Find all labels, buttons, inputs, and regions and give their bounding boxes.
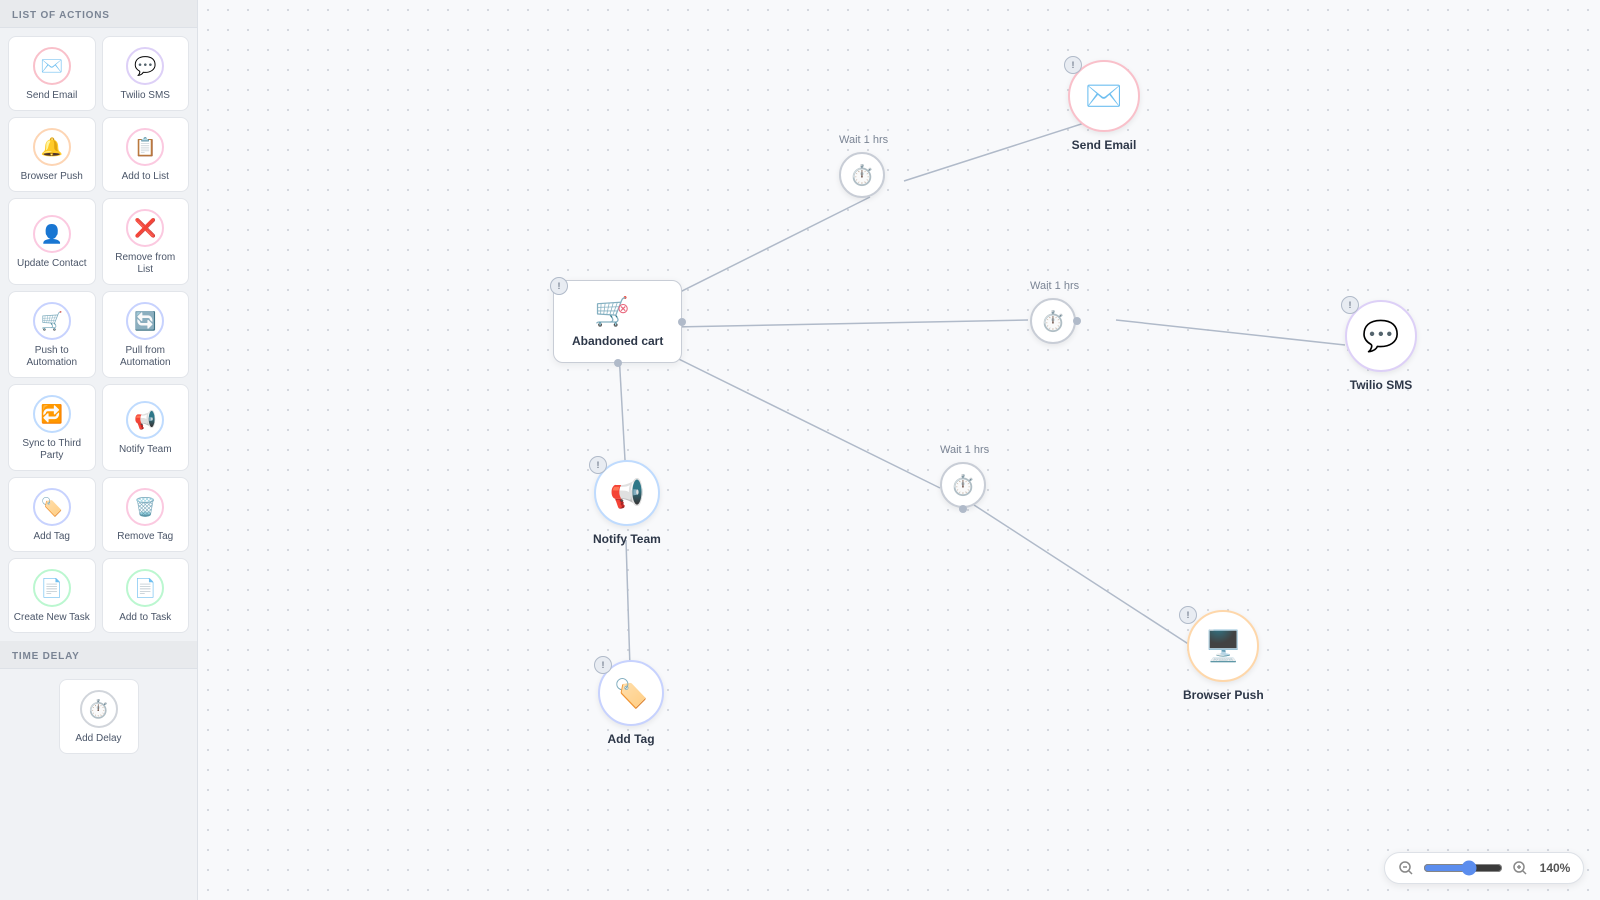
action-notify-team[interactable]: 📢 Notify Team — [102, 384, 190, 471]
sync-third-party-icon: 🔁 — [33, 395, 71, 433]
send-email-icon: ✉️ — [33, 47, 71, 85]
zoom-out-icon — [1399, 861, 1413, 875]
update-contact-icon: 👤 — [33, 215, 71, 253]
zoom-controls: 140% — [1384, 852, 1584, 884]
pull-automation-icon: 🔄 — [126, 302, 164, 340]
twilio-sms-label: Twilio SMS — [121, 90, 170, 102]
add-task-label: Add to Task — [119, 612, 171, 624]
send-email-label: Send Email — [26, 90, 77, 102]
node-browser-push[interactable]: ! 🖥️ Browser Push — [1183, 610, 1264, 702]
sidebar-section-actions: LIST OF ACTIONS — [0, 0, 197, 28]
remove-from-list-icon: ❌ — [126, 209, 164, 247]
add-tag-warning: ! — [594, 656, 612, 674]
action-add-to-task[interactable]: 📄 Add to Task — [102, 558, 190, 633]
node-abandoned-cart[interactable]: ! 🛒⊗ Abandoned cart — [553, 280, 682, 363]
node-add-tag[interactable]: ! 🏷️ Add Tag — [598, 660, 664, 746]
action-twilio-sms[interactable]: 💬 Twilio SMS — [102, 36, 190, 111]
zoom-out-button[interactable] — [1395, 857, 1417, 879]
notify-team-label: Notify Team — [119, 444, 172, 456]
wait3-circle: ⏱️ — [940, 462, 986, 508]
sidebar: LIST OF ACTIONS ✉️ Send Email 💬 Twilio S… — [0, 0, 198, 900]
add-to-list-label: Add to List — [122, 171, 169, 183]
node-notify-team[interactable]: ! 📢 Notify Team — [593, 460, 661, 546]
connections-svg — [198, 0, 1600, 900]
node-dot-bottom — [614, 359, 622, 367]
add-to-list-icon: 📋 — [126, 128, 164, 166]
remove-tag-label: Remove Tag — [117, 531, 173, 543]
action-remove-tag[interactable]: 🗑️ Remove Tag — [102, 477, 190, 552]
twilio-sms-icon: 💬 — [126, 47, 164, 85]
zoom-level-label: 140% — [1537, 861, 1573, 875]
create-task-label: Create New Task — [14, 612, 90, 624]
node-wait3[interactable]: Wait 1 hrs ⏱️ — [940, 462, 986, 508]
node-twilio-sms[interactable]: ! 💬 Twilio SMS — [1345, 300, 1417, 392]
remove-tag-icon: 🗑️ — [126, 488, 164, 526]
workflow-canvas[interactable]: ! 🛒⊗ Abandoned cart Wait 1 hrs ⏱️ ! ✉️ S… — [198, 0, 1600, 900]
wait2-label: Wait 1 hrs — [1030, 280, 1079, 292]
wait3-label: Wait 1 hrs — [940, 444, 989, 456]
remove-from-list-label: Remove from List — [107, 252, 185, 276]
action-browser-push[interactable]: 🔔 Browser Push — [8, 117, 96, 192]
action-add-delay[interactable]: ⏱️ Add Delay — [59, 679, 139, 754]
create-task-icon: 📄 — [33, 569, 71, 607]
action-update-contact[interactable]: 👤 Update Contact — [8, 198, 96, 285]
action-add-to-list[interactable]: 📋 Add to List — [102, 117, 190, 192]
zoom-in-button[interactable] — [1509, 857, 1531, 879]
action-add-tag[interactable]: 🏷️ Add Tag — [8, 477, 96, 552]
action-remove-from-list[interactable]: ❌ Remove from List — [102, 198, 190, 285]
add-task-icon: 📄 — [126, 569, 164, 607]
notify-team-icon: 📢 — [126, 401, 164, 439]
action-push-to-automation[interactable]: 🛒 Push to Automation — [8, 291, 96, 378]
wait1-circle: ⏱️ — [839, 152, 885, 198]
send-email-warning: ! — [1064, 56, 1082, 74]
notify-team-warning: ! — [589, 456, 607, 474]
add-delay-icon: ⏱️ — [80, 690, 118, 728]
actions-grid: ✉️ Send Email 💬 Twilio SMS 🔔 Browser Pus… — [0, 28, 197, 641]
node-send-email[interactable]: ! ✉️ Send Email — [1068, 60, 1140, 152]
browser-push-label: Browser Push — [21, 171, 83, 183]
notify-team-node-label: Notify Team — [593, 532, 661, 546]
add-delay-label: Add Delay — [75, 733, 121, 745]
add-tag-label: Add Tag — [33, 531, 70, 543]
update-contact-label: Update Contact — [17, 258, 87, 270]
wait2-dot-right — [1073, 317, 1081, 325]
browser-push-circle: 🖥️ — [1187, 610, 1259, 682]
zoom-in-icon — [1513, 861, 1527, 875]
browser-push-icon: 🔔 — [33, 128, 71, 166]
sync-third-party-label: Sync to Third Party — [13, 438, 91, 462]
node-wait1[interactable]: Wait 1 hrs ⏱️ — [839, 152, 885, 198]
node-wait2[interactable]: Wait 1 hrs ⏱️ — [1030, 298, 1076, 344]
pull-automation-label: Pull from Automation — [107, 345, 185, 369]
wait1-label: Wait 1 hrs — [839, 134, 888, 146]
wait2-circle: ⏱️ — [1030, 298, 1076, 344]
action-send-email[interactable]: ✉️ Send Email — [8, 36, 96, 111]
wait3-dot-bottom — [959, 505, 967, 513]
push-automation-icon: 🛒 — [33, 302, 71, 340]
abandoned-cart-label: Abandoned cart — [572, 334, 663, 348]
add-tag-node-label: Add Tag — [607, 732, 654, 746]
zoom-slider[interactable] — [1423, 860, 1503, 876]
abandoned-cart-warning: ! — [550, 277, 568, 295]
browser-push-node-label: Browser Push — [1183, 688, 1264, 702]
action-create-new-task[interactable]: 📄 Create New Task — [8, 558, 96, 633]
action-pull-from-automation[interactable]: 🔄 Pull from Automation — [102, 291, 190, 378]
abandoned-cart-icon: 🛒⊗ — [594, 295, 641, 328]
node-dot-right — [678, 318, 686, 326]
send-email-node-label: Send Email — [1072, 138, 1137, 152]
twilio-sms-warning: ! — [1341, 296, 1359, 314]
twilio-sms-node-label: Twilio SMS — [1350, 378, 1412, 392]
action-sync-third-party[interactable]: 🔁 Sync to Third Party — [8, 384, 96, 471]
push-automation-label: Push to Automation — [13, 345, 91, 369]
browser-push-warning: ! — [1179, 606, 1197, 624]
sidebar-section-delay: TIME DELAY — [0, 641, 197, 669]
add-tag-icon: 🏷️ — [33, 488, 71, 526]
